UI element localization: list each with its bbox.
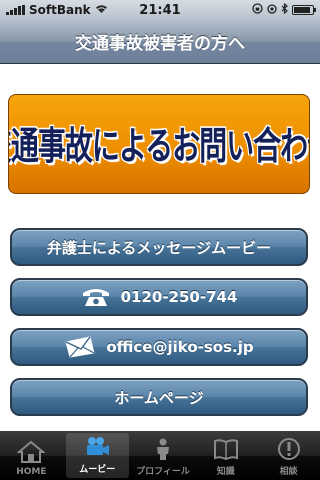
page-title: 交通事故被害者の方へ	[75, 34, 245, 54]
tab-home-label: HOME	[16, 467, 47, 477]
homepage-button[interactable]: ホームページ	[10, 378, 308, 416]
location-icon	[267, 3, 277, 17]
phone-button[interactable]: 0120-250-744	[10, 278, 308, 316]
tab-movie[interactable]: ムービー	[65, 433, 129, 478]
phone-icon	[81, 286, 111, 308]
video-camera-icon	[82, 434, 112, 460]
banner-text: 交通事故によるお問い合わせ	[9, 123, 309, 169]
tab-knowledge[interactable]: 知識	[194, 431, 257, 480]
tab-knowledge-label: 知識	[216, 467, 235, 477]
tab-movie-label: ムービー	[79, 465, 116, 475]
person-icon	[148, 436, 178, 462]
inquiry-banner: 交通事故によるお問い合わせ	[8, 94, 310, 194]
homepage-label: ホームページ	[114, 388, 204, 407]
book-icon	[211, 436, 241, 462]
carrier-label: SoftBank	[29, 3, 91, 17]
battery-icon	[292, 5, 316, 15]
exclamation-icon	[274, 436, 304, 462]
battery-fill	[294, 7, 311, 13]
status-bar: SoftBank 21:41	[0, 0, 320, 20]
tab-bar: HOME ムービー プロフィール 知識 相談	[0, 431, 320, 480]
email-address-label: office@jiko-sos.jp	[106, 338, 254, 356]
tab-profile[interactable]: プロフィール	[132, 431, 195, 480]
house-icon	[16, 439, 46, 465]
message-movie-button[interactable]: 弁護士によるメッセージムービー	[10, 228, 308, 266]
tab-consultation[interactable]: 相談	[257, 431, 320, 480]
phone-number-label: 0120-250-744	[120, 288, 238, 306]
email-button[interactable]: office@jiko-sos.jp	[10, 328, 308, 366]
message-movie-label: 弁護士によるメッセージムービー	[46, 238, 272, 257]
signal-icon	[6, 5, 25, 15]
status-left: SoftBank	[6, 3, 116, 17]
navigation-bar: 交通事故被害者の方へ	[0, 20, 320, 64]
status-right	[204, 2, 316, 17]
tab-consultation-label: 相談	[279, 467, 298, 477]
mail-icon	[64, 336, 96, 358]
lock-rotation-icon	[252, 3, 263, 17]
status-time: 21:41	[139, 2, 181, 18]
tab-home[interactable]: HOME	[0, 431, 63, 480]
tab-profile-label: プロフィール	[136, 467, 190, 477]
bluetooth-icon	[281, 2, 288, 17]
wifi-icon	[95, 4, 108, 17]
